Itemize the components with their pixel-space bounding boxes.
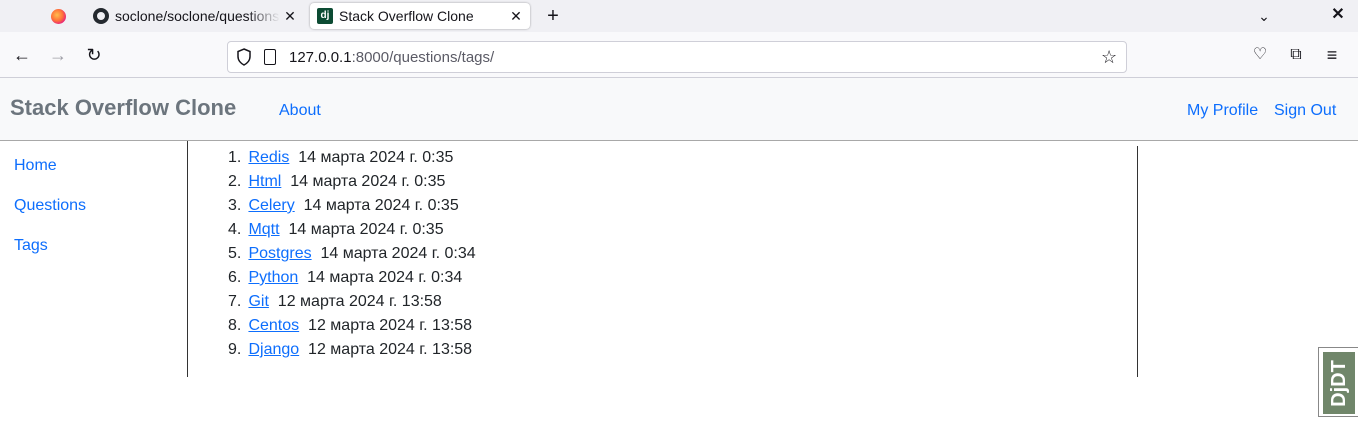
app-menu-icon[interactable]: ≡ (1320, 43, 1344, 67)
tag-link[interactable]: Postgres (248, 245, 311, 262)
sidebar-item-questions[interactable]: Questions (14, 197, 86, 215)
tag-link[interactable]: Redis (248, 149, 289, 166)
item-number: 5. (228, 245, 242, 262)
tag-date: 14 марта 2024 г. 0:35 (298, 149, 454, 166)
list-item: 2. Html 14 марта 2024 г. 0:35 (228, 172, 476, 196)
firefox-icon (50, 8, 66, 24)
tag-date: 14 марта 2024 г. 0:34 (307, 269, 463, 286)
tab-title: Stack Overflow Clone (339, 8, 474, 24)
item-number: 6. (228, 269, 242, 286)
github-icon (93, 8, 109, 24)
url-text[interactable]: 127.0.0.1:8000/questions/tags/ (289, 49, 494, 66)
djdt-handle[interactable]: DjDT (1318, 347, 1358, 417)
item-number: 3. (228, 197, 242, 214)
url-host: 127.0.0.1 (289, 49, 352, 66)
new-tab-button[interactable]: + (541, 4, 565, 28)
tag-date: 12 марта 2024 г. 13:58 (308, 317, 473, 334)
tag-link[interactable]: Git (248, 293, 268, 310)
django-icon: dj (317, 8, 333, 24)
reload-icon[interactable]: ↻ (82, 43, 106, 67)
list-item: 3. Celery 14 марта 2024 г. 0:35 (228, 196, 476, 220)
tab-title: soclone/soclone/questions (115, 8, 280, 24)
shield-icon[interactable] (236, 48, 252, 66)
list-item: 4. Mqtt 14 марта 2024 г. 0:35 (228, 220, 476, 244)
list-item: 5. Postgres 14 марта 2024 г. 0:34 (228, 244, 476, 268)
list-item: 6. Python 14 марта 2024 г. 0:34 (228, 268, 476, 292)
tab-github[interactable]: soclone/soclone/questions ✕ (86, 3, 304, 29)
tag-link[interactable]: Celery (248, 197, 294, 214)
list-item: 8. Centos 12 марта 2024 г. 13:58 (228, 316, 476, 340)
tab-strip: soclone/soclone/questions ✕ dj Stack Ove… (0, 0, 1358, 32)
tag-link[interactable]: Python (248, 269, 298, 286)
page-info-icon[interactable] (264, 49, 276, 65)
window-close-icon[interactable]: ✕ (1327, 4, 1349, 26)
sign-out-link[interactable]: Sign Out (1274, 102, 1336, 120)
sidebar: Home Questions Tags (0, 141, 188, 377)
tag-date: 12 марта 2024 г. 13:58 (308, 341, 473, 358)
back-icon[interactable]: ← (10, 43, 34, 67)
firefox-view-button[interactable] (40, 6, 76, 26)
item-number: 1. (228, 149, 242, 166)
forward-icon[interactable]: → (46, 43, 70, 67)
main-content: 1. Redis 14 марта 2024 г. 0:35 2. Html 1… (188, 146, 1138, 377)
list-all-tabs-icon[interactable]: ⌄ (1253, 5, 1275, 27)
site-header: Stack Overflow Clone About My Profile Si… (0, 78, 1358, 141)
tag-link[interactable]: Centos (248, 317, 299, 334)
list-item: 9. Django 12 марта 2024 г. 13:58 (228, 340, 476, 364)
extensions-icon[interactable]: ⧉ (1284, 43, 1308, 67)
tab-stack-overflow-clone[interactable]: dj Stack Overflow Clone ✕ (310, 3, 530, 29)
close-tab-icon[interactable]: ✕ (280, 8, 300, 25)
tag-link[interactable]: Django (248, 341, 299, 358)
bookmark-star-icon[interactable]: ☆ (1101, 46, 1117, 68)
item-number: 8. (228, 317, 242, 334)
tag-link[interactable]: Mqtt (248, 221, 279, 238)
sidebar-item-tags[interactable]: Tags (14, 237, 48, 255)
item-number: 2. (228, 173, 242, 190)
tag-date: 12 марта 2024 г. 13:58 (277, 293, 442, 310)
item-number: 7. (228, 293, 242, 310)
address-bar[interactable]: 127.0.0.1:8000/questions/tags/ ☆ (227, 41, 1127, 73)
item-number: 4. (228, 221, 242, 238)
about-link[interactable]: About (279, 102, 321, 120)
navigation-toolbar: ← → ↻ 127.0.0.1:8000/questions/tags/ ☆ ♡… (0, 32, 1358, 78)
site-brand[interactable]: Stack Overflow Clone (10, 95, 236, 121)
list-item: 7. Git 12 марта 2024 г. 13:58 (228, 292, 476, 316)
url-path: :8000/questions/tags/ (351, 49, 495, 66)
djdt-label: DjDT (1327, 359, 1350, 407)
pocket-icon[interactable]: ♡ (1248, 43, 1272, 67)
tag-date: 14 марта 2024 г. 0:35 (303, 197, 459, 214)
list-item: 1. Redis 14 марта 2024 г. 0:35 (228, 148, 476, 172)
tag-list: 1. Redis 14 марта 2024 г. 0:35 2. Html 1… (228, 148, 476, 364)
tag-date: 14 марта 2024 г. 0:35 (290, 173, 446, 190)
tag-date: 14 марта 2024 г. 0:34 (320, 245, 476, 262)
djdt-button[interactable]: DjDT (1323, 352, 1355, 414)
sidebar-item-home[interactable]: Home (14, 157, 57, 175)
my-profile-link[interactable]: My Profile (1187, 102, 1258, 120)
tag-date: 14 марта 2024 г. 0:35 (288, 221, 444, 238)
item-number: 9. (228, 341, 242, 358)
close-tab-icon[interactable]: ✕ (506, 8, 526, 25)
tag-link[interactable]: Html (248, 173, 281, 190)
